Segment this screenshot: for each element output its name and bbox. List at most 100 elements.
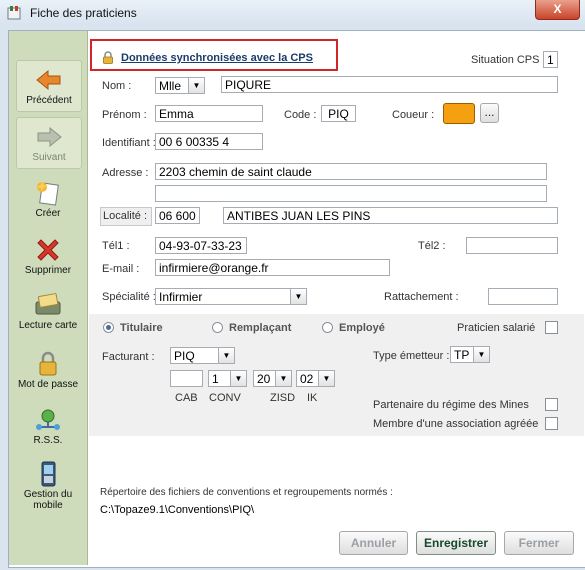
conv-label: CONV — [209, 392, 241, 404]
localite-label: Localité : — [103, 210, 148, 222]
repertoire-label: Répertoire des fichiers de conventions e… — [100, 487, 393, 498]
sidebar-item-supprimer[interactable]: Supprimer — [16, 231, 80, 281]
ik-value: 02 — [300, 372, 314, 386]
code-label: Code : — [284, 109, 317, 121]
sidebar-item-rss[interactable]: R.S.S. — [16, 403, 80, 453]
code-postal-input[interactable]: 06 600 — [155, 207, 200, 224]
arrow-right-icon — [37, 126, 62, 148]
sidebar-item-label: Mot de passe — [17, 379, 79, 390]
remplacant-radio[interactable] — [212, 322, 223, 333]
remplacant-label: Remplaçant — [229, 322, 292, 334]
sidebar-item-label: Précédent — [26, 95, 72, 106]
tel1-label: Tél1 : — [102, 240, 130, 252]
chevron-down-icon: ▼ — [218, 348, 234, 363]
praticien-salarie-checkbox[interactable] — [545, 321, 558, 334]
chevron-down-icon: ▼ — [290, 289, 306, 304]
enregistrer-button[interactable]: Enregistrer — [416, 531, 496, 555]
annuler-button[interactable]: Annuler — [339, 531, 408, 555]
network-icon — [36, 409, 60, 430]
identifiant-input[interactable]: 00 6 00335 4 — [155, 133, 263, 150]
sidebar-item-label: Supprimer — [24, 265, 72, 276]
padlock-icon — [103, 51, 113, 64]
fermer-button[interactable]: Fermer — [504, 531, 574, 555]
prenom-label: Prénom : — [102, 109, 147, 121]
chevron-down-icon: ▼ — [188, 78, 204, 93]
specialite-label: Spécialité : — [102, 291, 156, 303]
adresse-line2-input[interactable] — [155, 185, 547, 202]
nom-input[interactable]: PIQURE — [221, 76, 558, 93]
sidebar: Précédent Suivant Créer Supprimer Lectur… — [9, 31, 88, 565]
ik-select[interactable]: 02 ▼ — [296, 370, 335, 387]
membre-association-checkbox[interactable] — [545, 417, 558, 430]
adresse-line1-input[interactable]: 2203 chemin de saint claude — [155, 163, 547, 180]
employe-radio[interactable] — [322, 322, 333, 333]
partenaire-mines-checkbox[interactable] — [545, 398, 558, 411]
situation-cps-field[interactable]: 1 — [543, 51, 558, 68]
sidebar-item-precedent[interactable]: Précédent — [16, 60, 82, 112]
cab-label: CAB — [175, 392, 198, 404]
sidebar-item-suivant[interactable]: Suivant — [16, 117, 82, 169]
arrow-left-icon — [36, 69, 61, 91]
identifiant-label: Identifiant : — [102, 137, 156, 149]
chevron-down-icon: ▼ — [230, 371, 246, 386]
prenom-input[interactable]: Emma — [155, 105, 263, 122]
facturant-select[interactable]: PIQ ▼ — [170, 347, 235, 364]
sidebar-item-creer[interactable]: Créer — [16, 174, 80, 224]
sidebar-item-label: Suivant — [32, 152, 66, 163]
facturant-value: PIQ — [174, 349, 195, 363]
repertoire-path: C:\Topaze9.1\Conventions\PIQ\ — [100, 504, 255, 516]
sidebar-item-label: Gestion du mobile — [23, 489, 73, 511]
specialite-select[interactable]: Infirmier ▼ — [155, 288, 307, 305]
mobile-phone-icon — [41, 461, 56, 487]
window-title: Fiche des praticiens — [30, 6, 137, 20]
conv-select[interactable]: 1 ▼ — [208, 370, 247, 387]
type-emetteur-label: Type émetteur : — [373, 350, 450, 362]
zisd-select[interactable]: 20 ▼ — [253, 370, 292, 387]
specialite-value: Infirmier — [159, 290, 203, 304]
tel2-input[interactable] — [466, 237, 558, 254]
type-emetteur-select[interactable]: TP ▼ — [450, 346, 490, 363]
nom-label: Nom : — [102, 80, 132, 92]
tel2-label: Tél2 : — [418, 240, 446, 252]
sidebar-item-mot-de-passe[interactable]: Mot de passe — [16, 347, 80, 403]
tel1-input[interactable]: 04-93-07-33-23 — [155, 237, 247, 254]
chevron-down-icon: ▼ — [473, 347, 489, 362]
civilite-value: Mlle — [159, 79, 182, 93]
adresse-label: Adresse : — [102, 167, 149, 179]
couleur-label: Coueur : — [392, 109, 435, 121]
app-icon — [7, 6, 21, 20]
sync-link[interactable]: Données synchronisées avec la CPS — [121, 52, 313, 64]
cab-input[interactable] — [170, 370, 203, 387]
code-input[interactable]: PIQ — [321, 105, 356, 122]
sidebar-item-gestion-mobile[interactable]: Gestion du mobile — [16, 457, 80, 513]
rattachement-label: Rattachement : — [384, 291, 459, 303]
padlock-icon — [39, 351, 57, 376]
type-emetteur-value: TP — [454, 348, 470, 362]
partenaire-mines-label: Partenaire du régime des Mines — [373, 399, 529, 411]
zisd-label: ZISD — [270, 392, 296, 404]
email-label: E-mail : — [102, 263, 140, 275]
zisd-value: 20 — [257, 372, 271, 386]
couleur-swatch[interactable] — [443, 103, 475, 124]
membre-association-label: Membre d'une association agréée — [373, 418, 539, 430]
situation-cps-label: Situation CPS : — [471, 54, 546, 66]
title-bar: Fiche des praticiens X — [0, 0, 585, 27]
couleur-picker-button[interactable]: ... — [480, 103, 499, 123]
close-window-button[interactable]: X — [535, 0, 580, 20]
chevron-down-icon: ▼ — [318, 371, 334, 386]
email-input[interactable]: infirmiere@orange.fr — [155, 259, 390, 276]
titulaire-label: Titulaire — [120, 322, 163, 334]
civilite-select[interactable]: Mlle ▼ — [155, 77, 205, 94]
sidebar-item-lecture-carte[interactable]: Lecture carte — [16, 288, 80, 344]
ik-label: IK — [307, 392, 318, 404]
praticien-salarie-label: Praticien salarié — [457, 322, 536, 334]
new-document-icon — [36, 180, 59, 206]
delete-x-icon — [37, 239, 59, 261]
titulaire-radio[interactable] — [103, 322, 114, 333]
conv-value: 1 — [212, 372, 219, 386]
sidebar-item-label: Créer — [35, 208, 61, 219]
ville-input[interactable]: ANTIBES JUAN LES PINS — [223, 207, 558, 224]
employe-label: Employé — [339, 322, 385, 334]
card-reader-icon — [35, 293, 61, 315]
rattachement-input[interactable] — [488, 288, 558, 305]
